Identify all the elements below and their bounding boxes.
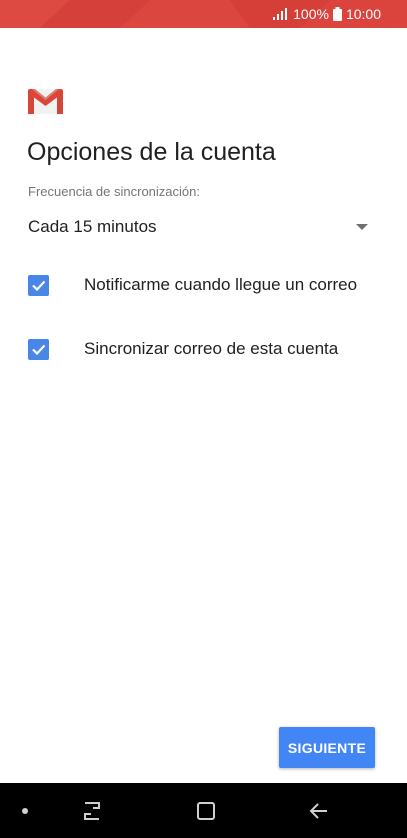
check-icon — [32, 344, 46, 356]
screen: 100% 10:00 Opciones de la cuenta Frecuen… — [0, 0, 407, 838]
sync-frequency-value: Cada 15 minutos — [28, 217, 157, 236]
gmail-icon — [28, 89, 63, 114]
back-icon[interactable] — [308, 801, 330, 821]
sync-mail-option[interactable]: Sincronizar correo de esta cuenta — [28, 335, 388, 365]
page-title: Opciones de la cuenta — [27, 138, 276, 166]
sync-mail-checkbox[interactable] — [28, 339, 49, 360]
sync-frequency-label: Frecuencia de sincronización: — [28, 184, 200, 199]
next-button[interactable]: SIGUIENTE — [279, 727, 375, 768]
check-icon — [32, 280, 46, 292]
dropdown-arrow-icon — [356, 224, 368, 230]
recent-apps-icon[interactable] — [80, 800, 104, 822]
notify-label: Notificarme cuando llegue un correo — [84, 275, 358, 294]
notify-checkbox[interactable] — [28, 275, 49, 296]
navigation-bar — [0, 783, 407, 838]
signal-icon — [273, 8, 288, 20]
sync-mail-label: Sincronizar correo de esta cuenta — [84, 339, 339, 358]
nav-indicator-dot — [22, 808, 28, 814]
status-bar: 100% 10:00 — [0, 0, 407, 28]
sync-frequency-dropdown[interactable]: Cada 15 minutos — [28, 211, 373, 243]
status-indicators: 100% 10:00 — [273, 5, 381, 23]
battery-icon — [332, 7, 342, 21]
home-icon[interactable] — [195, 800, 217, 822]
notify-option[interactable]: Notificarme cuando llegue un correo — [28, 271, 388, 301]
clock: 10:00 — [345, 6, 381, 22]
battery-percent: 100% — [293, 6, 329, 22]
